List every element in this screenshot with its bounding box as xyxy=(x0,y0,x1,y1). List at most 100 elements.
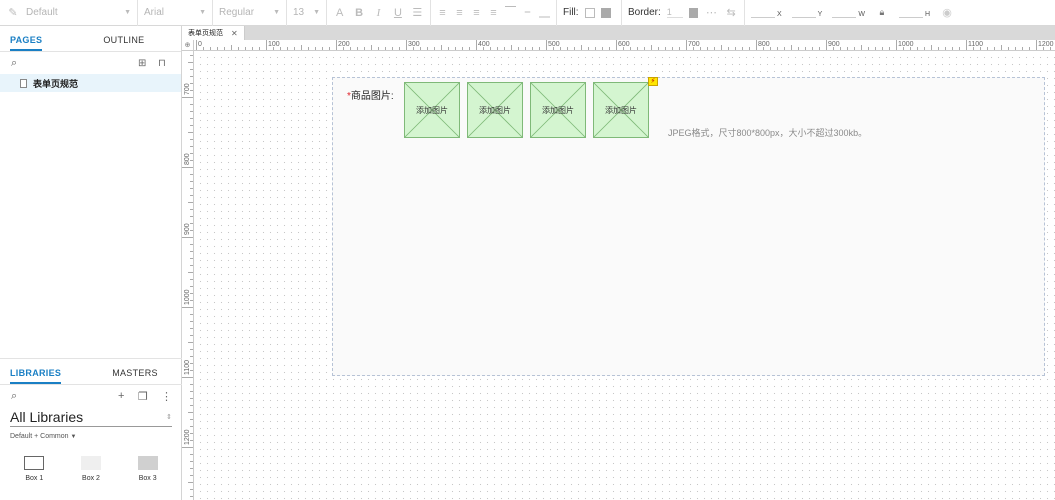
align-left-icon[interactable]: ≡ xyxy=(437,7,448,19)
tab-masters[interactable]: MASTERS xyxy=(112,359,158,384)
add-library-icon[interactable]: + xyxy=(118,390,124,402)
ruler-tick xyxy=(966,40,967,50)
line-style-icon[interactable]: ⇆ xyxy=(724,6,738,19)
ruler-tick xyxy=(224,47,225,50)
ruler-tick xyxy=(190,69,193,70)
x-input[interactable] xyxy=(751,8,775,18)
y-field[interactable]: Y xyxy=(791,8,822,18)
widget-box-3[interactable]: Box 3 xyxy=(123,456,173,482)
library-stack-icon[interactable]: ❐ xyxy=(138,390,148,403)
field-label-text: 商品图片: xyxy=(350,91,394,102)
ruler-tick xyxy=(357,47,358,50)
h-input[interactable] xyxy=(898,8,923,18)
ruler-tick xyxy=(190,391,193,392)
ruler-tick xyxy=(301,45,302,50)
add-page-icon[interactable]: ⊞ xyxy=(138,58,146,69)
library-select[interactable]: All Libraries ⇕ xyxy=(10,407,172,427)
ruler-label: 500 xyxy=(548,41,560,48)
ruler-tick xyxy=(1008,47,1009,50)
ruler-tick xyxy=(427,47,428,50)
ruler-tick xyxy=(190,356,193,357)
format-hint-text: JPEG格式，尺寸800*800px，大小不超过300kb。 xyxy=(668,128,868,138)
ruler-label: 200 xyxy=(338,41,350,48)
tab-pages[interactable]: PAGES xyxy=(10,26,43,51)
ruler-tick xyxy=(203,47,204,50)
border-style-icon[interactable]: ⋯ xyxy=(704,6,718,19)
page-item[interactable]: 表单页规范 xyxy=(0,74,181,92)
y-input[interactable] xyxy=(791,8,816,18)
h-label: H xyxy=(924,10,931,18)
libraries-panel: LIBRARIES MASTERS ⌕ + ❐ ⋮ All Libraries … xyxy=(0,358,182,500)
ruler-tick xyxy=(868,47,869,50)
image-placeholder[interactable]: 添加图片 xyxy=(404,82,460,138)
widget-box-2[interactable]: Box 2 xyxy=(66,456,116,482)
ruler-tick xyxy=(546,40,547,50)
ruler-tick xyxy=(847,47,848,50)
interaction-lightning-icon[interactable]: ⚡ xyxy=(648,77,658,86)
eye-icon[interactable]: ◉ xyxy=(940,6,954,19)
ruler-tick xyxy=(231,45,232,50)
style-select[interactable]: Default ▼ xyxy=(26,7,131,18)
ruler-tick xyxy=(182,97,193,98)
library-filter[interactable]: Default + Common ▼ xyxy=(0,427,182,446)
w-field[interactable]: W xyxy=(832,8,865,18)
align-right-icon[interactable]: ≡ xyxy=(471,7,482,19)
underline-icon[interactable]: U xyxy=(391,7,404,19)
placeholder-label: 添加图片 xyxy=(479,105,511,115)
font-select[interactable]: Arial ▼ xyxy=(144,7,206,18)
ruler-label: 100 xyxy=(268,41,280,48)
ruler-tick xyxy=(266,40,267,50)
image-placeholder[interactable]: 添加图片 xyxy=(530,82,586,138)
document-tab[interactable]: 表单页规范 ✕ xyxy=(182,26,245,40)
ruler-tick xyxy=(770,47,771,50)
ruler-tick xyxy=(190,265,193,266)
h-field[interactable]: H xyxy=(898,8,931,18)
ruler-tick xyxy=(190,454,193,455)
tab-outline[interactable]: OUTLINE xyxy=(103,26,144,51)
align-center-icon[interactable]: ≡ xyxy=(454,7,465,19)
ruler-tick xyxy=(630,47,631,50)
ruler-tick xyxy=(434,47,435,50)
bullet-list-icon[interactable]: ☰ xyxy=(411,6,424,19)
align-justify-icon[interactable]: ≡ xyxy=(488,7,499,19)
font-select-value: Arial xyxy=(144,7,165,18)
w-input[interactable] xyxy=(832,8,857,18)
italic-icon[interactable]: I xyxy=(372,7,385,19)
border-color-swatch[interactable] xyxy=(688,7,699,18)
canvas-grid[interactable]: *商品图片: 添加图片 添加图片 添加图片 添加图片 ⚡ JPEG格式，尺寸80… xyxy=(194,51,1055,500)
box-2-preview xyxy=(80,456,101,470)
ruler-tick xyxy=(190,188,193,189)
search-icon[interactable]: ⌕ xyxy=(11,390,17,403)
size-select[interactable]: 13 ▼ xyxy=(293,7,320,18)
chevron-down-icon: ▼ xyxy=(124,9,131,16)
x-field[interactable]: X xyxy=(751,8,782,18)
ruler-tick xyxy=(959,47,960,50)
ruler-tick xyxy=(350,47,351,50)
image-placeholder[interactable]: 添加图片 xyxy=(593,82,649,138)
search-icon[interactable]: ⌕ xyxy=(11,57,17,70)
align-bottom-icon[interactable]: ⎽ xyxy=(539,6,550,19)
align-top-icon[interactable]: ⎺ xyxy=(505,6,516,19)
add-folder-icon[interactable]: ⊓ xyxy=(158,58,166,69)
ruler-tick xyxy=(987,47,988,50)
close-icon[interactable]: ✕ xyxy=(231,29,238,38)
more-options-icon[interactable]: ⋮ xyxy=(161,390,172,403)
ruler-tick xyxy=(190,125,193,126)
align-middle-icon[interactable]: ⎯ xyxy=(522,6,533,19)
weight-select[interactable]: Regular ▼ xyxy=(219,7,280,18)
tab-libraries[interactable]: LIBRARIES xyxy=(10,359,62,384)
ruler-tick xyxy=(931,45,932,50)
ruler-tick xyxy=(190,405,193,406)
bold-icon[interactable]: B xyxy=(352,7,365,19)
ruler-tick xyxy=(188,202,193,203)
border-width-input[interactable]: 1 xyxy=(666,7,683,18)
ruler-tick xyxy=(588,47,589,50)
lock-icon[interactable]: 🔒︎ xyxy=(875,7,889,18)
fill-pattern-swatch[interactable] xyxy=(600,7,611,18)
image-placeholder[interactable]: 添加图片 xyxy=(467,82,523,138)
fill-color-swatch[interactable] xyxy=(584,7,595,18)
format-painter-icon[interactable]: ✎ xyxy=(6,6,20,19)
font-color-icon[interactable]: A xyxy=(333,7,346,19)
ruler-corner-icon[interactable]: ⊕ xyxy=(182,40,194,51)
widget-box-1[interactable]: Box 1 xyxy=(9,456,59,482)
